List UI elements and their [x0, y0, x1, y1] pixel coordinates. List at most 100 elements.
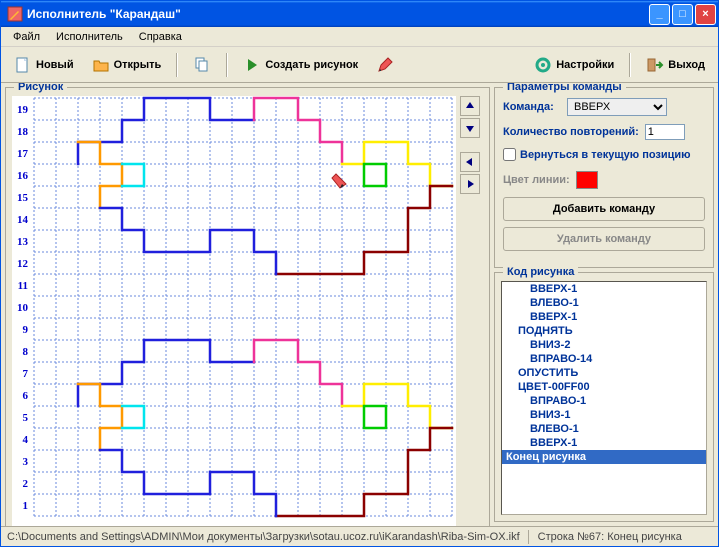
open-button[interactable]: Открыть: [85, 52, 169, 78]
params-title: Параметры команды: [503, 83, 626, 93]
svg-text:12: 12: [282, 525, 294, 526]
command-label: Команда:: [503, 101, 561, 113]
svg-text:7: 7: [174, 525, 180, 526]
svg-text:10: 10: [238, 525, 250, 526]
svg-text:9: 9: [23, 324, 29, 336]
svg-text:1: 1: [42, 525, 48, 526]
svg-text:11: 11: [260, 525, 270, 526]
code-item[interactable]: ВПРАВО-14: [502, 352, 706, 366]
code-list[interactable]: ВВЕРХ-1ВЛЕВО-1ВВЕРХ-1ПОДНЯТЬВНИЗ-2ВПРАВО…: [501, 281, 707, 515]
svg-text:18: 18: [17, 126, 29, 138]
status-bar: C:\Documents and Settings\ADMIN\Мои доку…: [1, 526, 718, 546]
svg-text:8: 8: [196, 525, 202, 526]
code-item[interactable]: ОПУСТИТЬ: [502, 366, 706, 380]
svg-text:15: 15: [348, 525, 360, 526]
svg-text:17: 17: [392, 525, 404, 526]
code-item[interactable]: ВВЕРХ-1: [502, 436, 706, 450]
svg-text:4: 4: [108, 525, 114, 526]
add-command-button[interactable]: Добавить команду: [503, 197, 705, 221]
code-title: Код рисунка: [503, 266, 578, 278]
code-item[interactable]: ВНИЗ-1: [502, 408, 706, 422]
svg-text:1: 1: [23, 500, 29, 512]
svg-text:15: 15: [17, 192, 29, 204]
exit-icon: [646, 56, 664, 74]
svg-text:9: 9: [218, 525, 224, 526]
svg-text:10: 10: [17, 302, 29, 314]
pencil-tool-button[interactable]: [369, 52, 401, 78]
return-checkbox[interactable]: [503, 148, 516, 161]
separator: [176, 53, 178, 77]
nav-right-button[interactable]: [460, 174, 480, 194]
close-button[interactable]: ×: [695, 4, 716, 25]
menu-bar: Файл Исполнитель Справка: [1, 27, 718, 47]
toolbar: Новый Открыть Создать рисунок Настройки …: [1, 47, 718, 83]
minimize-button[interactable]: _: [649, 4, 670, 25]
svg-text:14: 14: [326, 525, 338, 526]
svg-text:13: 13: [17, 236, 29, 248]
code-item[interactable]: ВВЕРХ-1: [502, 282, 706, 296]
return-label: Вернуться в текущую позицию: [520, 149, 691, 161]
svg-text:8: 8: [23, 346, 29, 358]
menu-executor[interactable]: Исполнитель: [48, 29, 131, 45]
svg-text:11: 11: [18, 280, 28, 292]
svg-text:3: 3: [86, 525, 92, 526]
separator: [629, 53, 631, 77]
maximize-button[interactable]: □: [672, 4, 693, 25]
svg-text:16: 16: [17, 170, 29, 182]
create-drawing-button[interactable]: Создать рисунок: [236, 52, 365, 78]
svg-text:13: 13: [304, 525, 316, 526]
copy-icon: [193, 56, 211, 74]
repeat-label: Количество повторений:: [503, 126, 639, 138]
menu-help[interactable]: Справка: [131, 29, 190, 45]
svg-text:5: 5: [23, 412, 29, 424]
menu-file[interactable]: Файл: [5, 29, 48, 45]
code-item[interactable]: ВВЕРХ-1: [502, 310, 706, 324]
command-select[interactable]: ВВЕРХ: [567, 98, 667, 116]
code-item[interactable]: ВЛЕВО-1: [502, 296, 706, 310]
code-panel: Код рисунка ВВЕРХ-1ВЛЕВО-1ВВЕРХ-1ПОДНЯТЬ…: [494, 272, 714, 522]
svg-text:3: 3: [23, 456, 29, 468]
code-item[interactable]: ПОДНЯТЬ: [502, 324, 706, 338]
drawing-canvas[interactable]: 1122334455667788991010111112121313141415…: [12, 96, 456, 526]
nav-left-button[interactable]: [460, 152, 480, 172]
svg-text:5: 5: [130, 525, 136, 526]
nav-up-button[interactable]: [460, 96, 480, 116]
drawing-title: Рисунок: [14, 83, 67, 93]
params-panel: Параметры команды Команда: ВВЕРХ Количес…: [494, 87, 714, 268]
drawing-panel: Рисунок 11223344556677889910101111121213…: [5, 87, 490, 526]
status-path: C:\Documents and Settings\ADMIN\Мои доку…: [7, 531, 520, 543]
status-line: Строка №67: Конец рисунка: [538, 531, 682, 543]
svg-text:14: 14: [17, 214, 29, 226]
settings-button[interactable]: Настройки: [527, 52, 621, 78]
gear-icon: [534, 56, 552, 74]
delete-command-button[interactable]: Удалить команду: [503, 227, 705, 251]
nav-down-button[interactable]: [460, 118, 480, 138]
exit-button[interactable]: Выход: [639, 52, 712, 78]
open-folder-icon: [92, 56, 110, 74]
separator: [226, 53, 228, 77]
title-bar: Исполнитель "Карандаш" _ □ ×: [1, 1, 718, 27]
code-item[interactable]: ВПРАВО-1: [502, 394, 706, 408]
pencil-icon: [376, 56, 394, 74]
svg-text:2: 2: [64, 525, 70, 526]
svg-text:18: 18: [414, 525, 426, 526]
repeat-input[interactable]: [645, 124, 685, 140]
svg-text:2: 2: [23, 478, 29, 490]
code-item[interactable]: ВНИЗ-2: [502, 338, 706, 352]
svg-text:7: 7: [23, 368, 29, 380]
color-swatch[interactable]: [576, 171, 598, 189]
new-file-icon: [14, 56, 32, 74]
copy-button[interactable]: [186, 52, 218, 78]
svg-text:6: 6: [152, 525, 158, 526]
window-title: Исполнитель "Карандаш": [27, 7, 647, 21]
svg-text:16: 16: [370, 525, 382, 526]
new-button[interactable]: Новый: [7, 52, 81, 78]
svg-text:19: 19: [436, 525, 448, 526]
svg-text:12: 12: [17, 258, 29, 270]
code-item[interactable]: ВЛЕВО-1: [502, 422, 706, 436]
code-item[interactable]: Конец рисунка: [502, 450, 706, 464]
code-item[interactable]: ЦВЕТ-00FF00: [502, 380, 706, 394]
app-icon: [7, 6, 23, 22]
svg-text:4: 4: [23, 434, 29, 446]
run-icon: [243, 56, 261, 74]
